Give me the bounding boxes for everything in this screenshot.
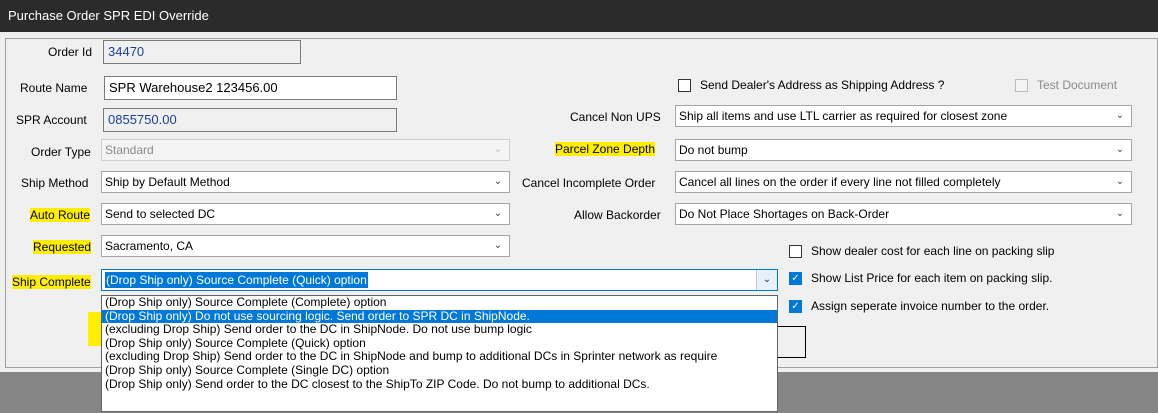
dropdown-option[interactable]: (Drop Ship only) Source Complete (Quick)… [102, 337, 777, 351]
ship-method-value: Ship by Default Method [105, 175, 230, 189]
requested-label: Requested [33, 240, 92, 254]
spr-account-label: SPR Account [16, 113, 87, 127]
show-dealer-cost-label: Show dealer cost for each line on packin… [811, 244, 1055, 258]
cancel-incomplete-order-select[interactable]: Cancel all lines on the order if every l… [675, 171, 1132, 193]
assign-invoice-label: Assign seperate invoice number to the or… [811, 299, 1050, 313]
ship-complete-label: Ship Complete [12, 275, 91, 289]
cancel-non-ups-select[interactable]: Ship all items and use LTL carrier as re… [675, 105, 1132, 127]
cancel-incomplete-order-value: Cancel all lines on the order if every l… [679, 175, 1001, 189]
cancel-incomplete-order-label: Cancel Incomplete Order [522, 176, 656, 190]
cancel-non-ups-label: Cancel Non UPS [570, 110, 661, 124]
window-title-bar: Purchase Order SPR EDI Override [0, 0, 1158, 32]
checkmark-icon: ✓ [789, 271, 802, 285]
window-title: Purchase Order SPR EDI Override [8, 8, 209, 23]
show-list-price-checkbox[interactable]: ✓ Show List Price for each item on packi… [789, 271, 1052, 285]
show-dealer-cost-checkbox[interactable]: Show dealer cost for each line on packin… [789, 244, 1054, 258]
checkbox-icon [789, 244, 802, 258]
dropdown-option[interactable]: (Drop Ship only) Send order to the DC cl… [102, 378, 777, 392]
chevron-down-icon: ⌄ [1115, 110, 1125, 121]
checkmark-icon: ✓ [789, 299, 802, 313]
parcel-zone-depth-value: Do not bump [679, 143, 748, 157]
chevron-down-icon: ⌄ [493, 144, 503, 155]
order-id-label: Order Id [48, 45, 93, 59]
dropdown-option[interactable]: (excluding Drop Ship) Send order to the … [102, 350, 777, 364]
assign-invoice-checkbox[interactable]: ✓ Assign seperate invoice number to the … [789, 299, 1049, 313]
allow-backorder-label: Allow Backorder [574, 208, 661, 222]
highlight-marker [88, 312, 102, 346]
order-type-select[interactable]: Standard ⌄ [101, 139, 510, 161]
allow-backorder-value: Do Not Place Shortages on Back-Order [679, 207, 890, 221]
chevron-down-icon: ⌄ [1115, 176, 1125, 187]
order-type-value: Standard [105, 143, 154, 157]
cancel-non-ups-value: Ship all items and use LTL carrier as re… [679, 109, 1008, 123]
ship-method-label: Ship Method [21, 176, 89, 190]
dropdown-option[interactable]: (Drop Ship only) Source Complete (Comple… [102, 296, 777, 310]
test-document-checkbox[interactable]: Test Document [1015, 78, 1117, 92]
ship-method-select[interactable]: Ship by Default Method ⌄ [101, 171, 510, 193]
send-dealer-address-label: Send Dealer's Address as Shipping Addres… [700, 78, 945, 92]
chevron-down-icon: ⌄ [1115, 144, 1125, 155]
test-document-label: Test Document [1037, 78, 1118, 92]
dropdown-option-highlighted[interactable]: (Drop Ship only) Do not use sourcing log… [102, 309, 777, 324]
requested-value: Sacramento, CA [105, 239, 194, 253]
auto-route-value: Send to selected DC [105, 207, 216, 221]
allow-backorder-select[interactable]: Do Not Place Shortages on Back-Order ⌄ [675, 203, 1132, 225]
checkbox-icon [1015, 78, 1028, 92]
send-dealer-address-checkbox[interactable]: Send Dealer's Address as Shipping Addres… [678, 78, 944, 92]
auto-route-label: Auto Route [30, 208, 91, 222]
chevron-down-icon: ⌄ [493, 176, 503, 187]
chevron-down-icon: ⌄ [493, 240, 503, 251]
dropdown-option[interactable]: (excluding Drop Ship) Send order to the … [102, 323, 777, 337]
show-list-price-label: Show List Price for each item on packing… [811, 271, 1053, 285]
chevron-down-icon: ⌄ [493, 208, 503, 219]
route-name-label: Route Name [20, 81, 88, 95]
auto-route-select[interactable]: Send to selected DC ⌄ [101, 203, 510, 225]
chevron-down-icon: ⌄ [1115, 208, 1125, 219]
checkbox-icon [678, 78, 691, 92]
ship-complete-value: (Drop Ship only) Source Complete (Quick)… [105, 272, 368, 288]
ship-complete-dropdown-list[interactable]: (Drop Ship only) Source Complete (Comple… [101, 295, 778, 412]
requested-select[interactable]: Sacramento, CA ⌄ [101, 235, 510, 257]
dropdown-option[interactable]: (Drop Ship only) Source Complete (Single… [102, 364, 777, 378]
route-name-field[interactable]: SPR Warehouse2 123456.00 [104, 76, 397, 100]
parcel-zone-depth-select[interactable]: Do not bump ⌄ [675, 139, 1132, 161]
parcel-zone-depth-label: Parcel Zone Depth [555, 142, 656, 156]
ship-complete-select[interactable]: (Drop Ship only) Source Complete (Quick)… [101, 269, 778, 291]
hidden-control-outline [774, 326, 806, 358]
order-type-label: Order Type [31, 145, 91, 159]
spr-account-field[interactable]: 0855750.00 [103, 108, 397, 132]
order-id-field[interactable]: 34470 [103, 40, 301, 64]
chevron-down-icon[interactable]: ⌄ [756, 270, 777, 290]
